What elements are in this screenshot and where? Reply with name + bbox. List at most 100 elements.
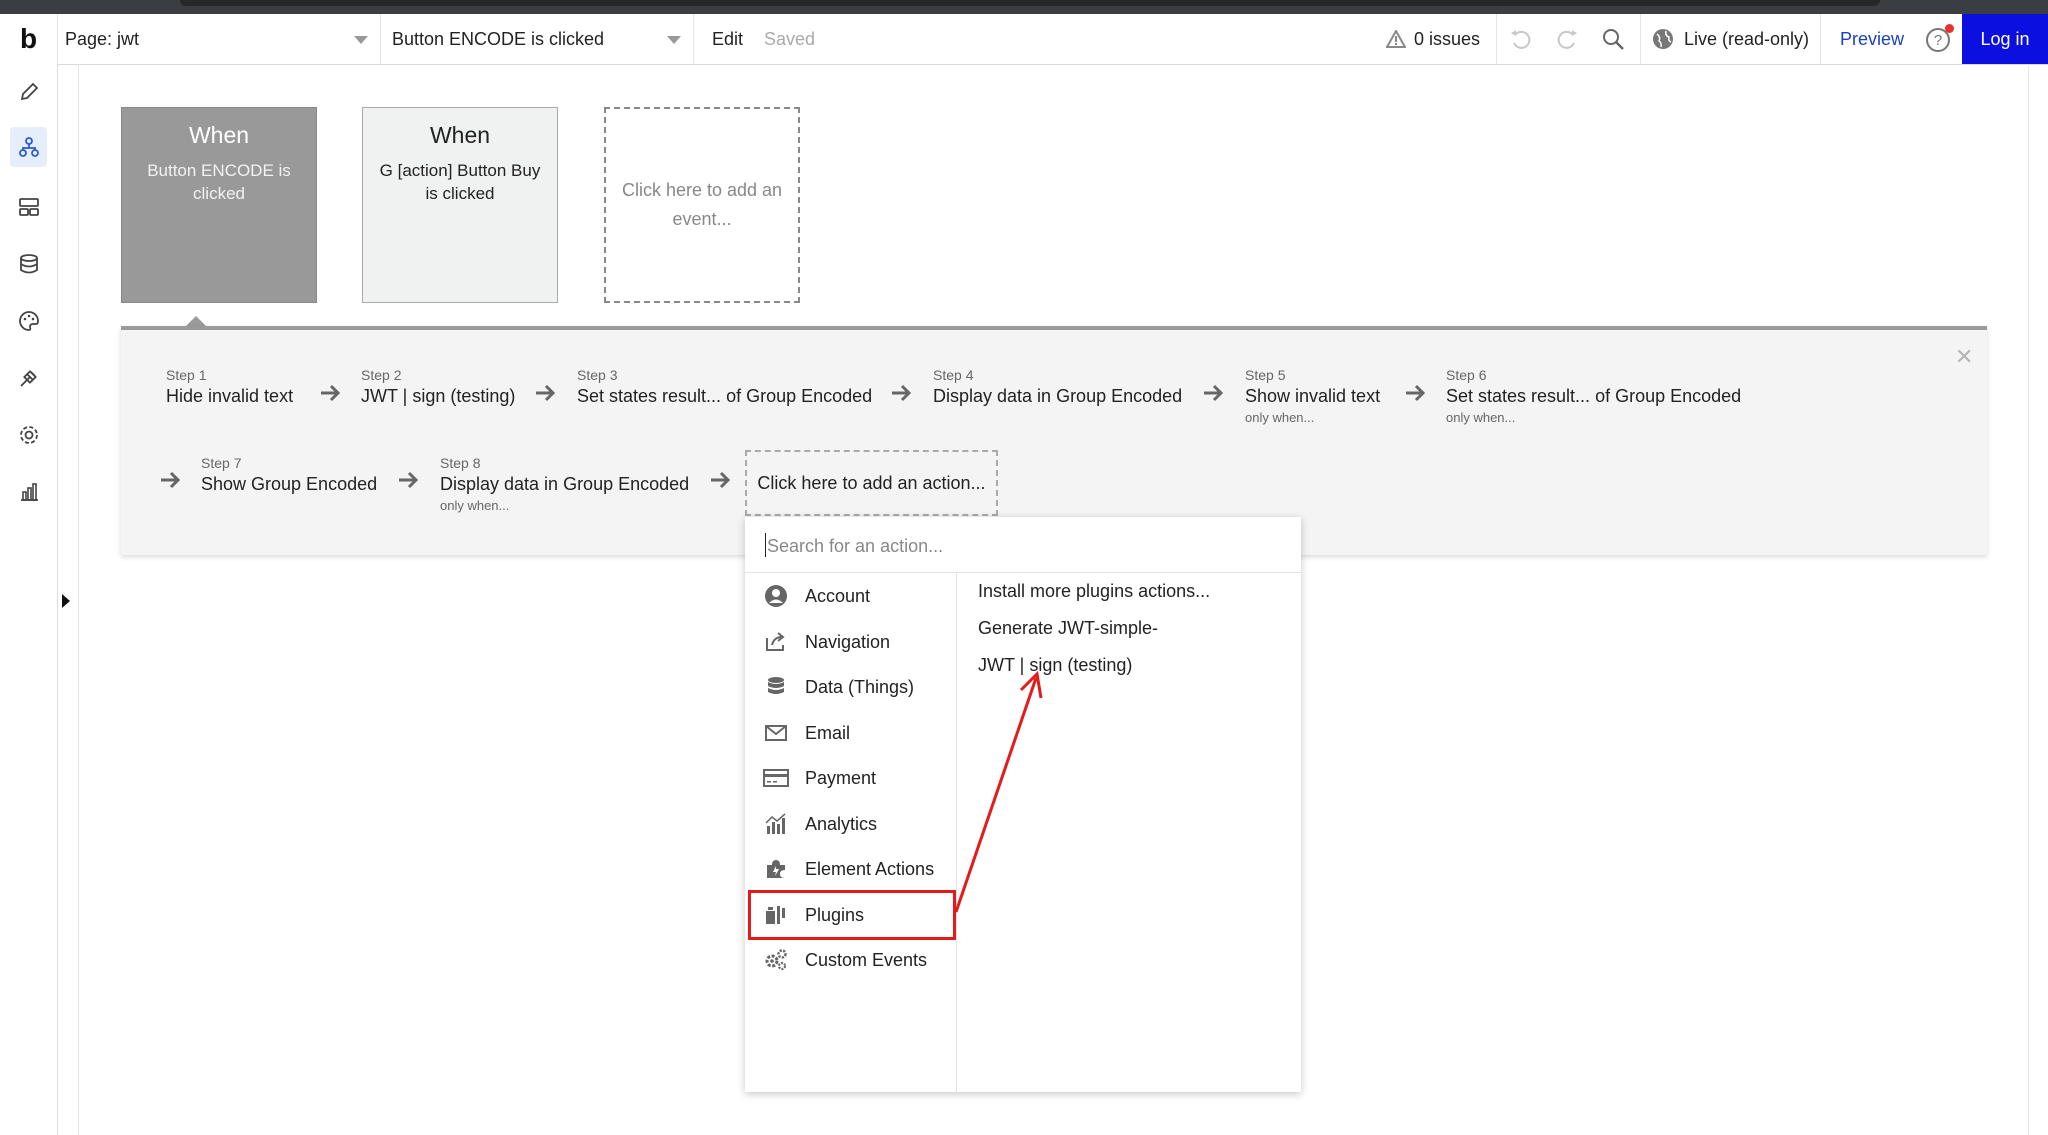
canvas-border <box>2028 64 2029 1135</box>
category-label: Email <box>805 722 851 743</box>
step-3[interactable]: Step 3 Set states result... of Group Enc… <box>577 367 872 407</box>
category-label: Payment <box>805 767 877 788</box>
canvas-border <box>78 64 79 1135</box>
login-button[interactable]: Log in <box>1962 14 2048 64</box>
left-sidebar <box>0 64 58 1135</box>
window-chrome <box>0 0 2048 14</box>
category-label: Navigation <box>805 631 891 652</box>
help-icon[interactable]: ? <box>1924 24 1954 54</box>
live-mode-indicator[interactable]: Live (read-only) <box>1652 14 1809 64</box>
event-selector[interactable]: Button ENCODE is clicked <box>380 14 693 64</box>
arrow-right-icon <box>536 384 556 402</box>
custom-events-icon <box>763 947 789 973</box>
arrow-right-icon <box>161 471 181 489</box>
issues-label: 0 issues <box>1414 28 1481 49</box>
step-4[interactable]: Step 4 Display data in Group Encoded <box>933 367 1182 407</box>
database-icon <box>763 674 789 700</box>
search-icon[interactable] <box>1598 24 1628 54</box>
redo-icon[interactable] <box>1552 24 1582 54</box>
annotation-highlight-box <box>748 890 956 940</box>
data-tab-icon[interactable] <box>10 244 47 284</box>
category-navigation[interactable]: Navigation <box>763 627 890 657</box>
step-title: Hide invalid text <box>166 386 294 406</box>
expand-panel-icon[interactable] <box>62 594 70 608</box>
save-status: Saved <box>764 29 816 49</box>
category-label: Account <box>805 585 871 606</box>
add-event-placeholder[interactable]: Click here to add an event... <box>604 107 800 303</box>
arrow-right-icon <box>892 384 912 402</box>
event-when-label: When <box>429 122 491 148</box>
category-data-things[interactable]: Data (Things) <box>763 672 914 702</box>
navigation-icon <box>763 629 789 655</box>
step-1[interactable]: Step 1 Hide invalid text <box>166 367 293 407</box>
category-email[interactable]: Email <box>763 718 850 748</box>
category-custom-events[interactable]: Custom Events <box>763 945 927 975</box>
step-title: Show Group Encoded <box>201 474 378 494</box>
step-title: Show invalid text <box>1245 386 1381 406</box>
category-account[interactable]: Account <box>763 581 870 611</box>
plugins-tab-icon[interactable] <box>10 358 47 398</box>
palette-icon[interactable] <box>10 301 47 341</box>
event-selector-label: Button ENCODE is clicked <box>392 28 605 49</box>
step-8[interactable]: Step 8 Display data in Group Encoded onl… <box>440 455 689 513</box>
chevron-down-icon <box>354 36 368 44</box>
issues-indicator[interactable]: 0 issues <box>1386 14 1480 64</box>
close-icon[interactable]: ✕ <box>1955 344 1973 370</box>
category-label: Data (Things) <box>805 676 915 697</box>
category-label: Custom Events <box>805 949 928 970</box>
step-title: Display data in Group Encoded <box>933 386 1183 406</box>
svg-text:?: ? <box>1934 32 1942 49</box>
bubble-logo[interactable]: b <box>0 14 57 64</box>
panel-pointer <box>186 316 206 326</box>
arrow-right-icon <box>711 471 731 489</box>
category-payment[interactable]: Payment <box>763 763 876 793</box>
step-6[interactable]: Step 6 Set states result... of Group Enc… <box>1446 367 1741 425</box>
step-number: Step 6 <box>1446 367 1487 383</box>
step-number: Step 8 <box>440 455 481 471</box>
edit-menu[interactable]: Edit <box>712 14 743 64</box>
page-selector[interactable]: Page: jwt <box>57 14 380 64</box>
category-label: Element Actions <box>805 858 935 879</box>
step-2[interactable]: Step 2 JWT | sign (testing) <box>361 367 515 407</box>
account-icon <box>763 583 789 609</box>
add-action-button[interactable]: Click here to add an action... <box>745 450 998 516</box>
step-condition: only when... <box>1446 410 1516 425</box>
action-search-input[interactable] <box>765 531 1269 561</box>
step-5[interactable]: Step 5 Show invalid text only when... <box>1245 367 1380 425</box>
warning-icon <box>1386 30 1406 48</box>
event-card-selected[interactable]: When Button ENCODE is clicked <box>121 107 317 303</box>
arrow-right-icon <box>399 471 419 489</box>
step-condition: only when... <box>1245 410 1315 425</box>
action-install-more-plugins[interactable]: Install more plugins actions... <box>978 581 1210 602</box>
category-analytics[interactable]: Analytics <box>763 809 877 839</box>
step-number: Step 3 <box>577 367 618 383</box>
step-number: Step 1 <box>166 367 207 383</box>
element-actions-icon <box>763 856 789 882</box>
menu-divider <box>956 573 957 1092</box>
action-jwt-sign[interactable]: JWT | sign (testing) <box>978 655 1132 676</box>
arrow-right-icon <box>1204 384 1224 402</box>
live-label: Live (read-only) <box>1684 28 1810 49</box>
step-title: JWT | sign (testing) <box>361 386 516 406</box>
design-tab-icon[interactable] <box>10 72 47 112</box>
workflow-tab-icon[interactable] <box>10 127 47 167</box>
chevron-down-icon <box>667 36 681 44</box>
category-label: Analytics <box>805 813 878 834</box>
undo-icon[interactable] <box>1506 24 1536 54</box>
top-bar: b Page: jwt Button ENCODE is clicked Edi… <box>0 14 2048 65</box>
event-card[interactable]: When G [action] Button Buy is clicked <box>362 107 558 303</box>
page-selector-label: Page: jwt <box>65 28 140 49</box>
analytics-icon <box>763 811 789 837</box>
step-number: Step 2 <box>361 367 402 383</box>
step-number: Step 5 <box>1245 367 1286 383</box>
styles-tab-icon[interactable] <box>10 187 47 227</box>
preview-link[interactable]: Preview <box>1840 14 1904 64</box>
step-7[interactable]: Step 7 Show Group Encoded <box>201 455 377 495</box>
logs-chart-icon[interactable] <box>10 472 47 512</box>
payment-icon <box>763 765 789 791</box>
globe-icon <box>1653 29 1673 49</box>
settings-gear-icon[interactable] <box>10 415 47 455</box>
category-element-actions[interactable]: Element Actions <box>763 854 934 884</box>
step-condition: only when... <box>440 498 510 513</box>
action-generate-jwt[interactable]: Generate JWT-simple- <box>978 618 1158 639</box>
